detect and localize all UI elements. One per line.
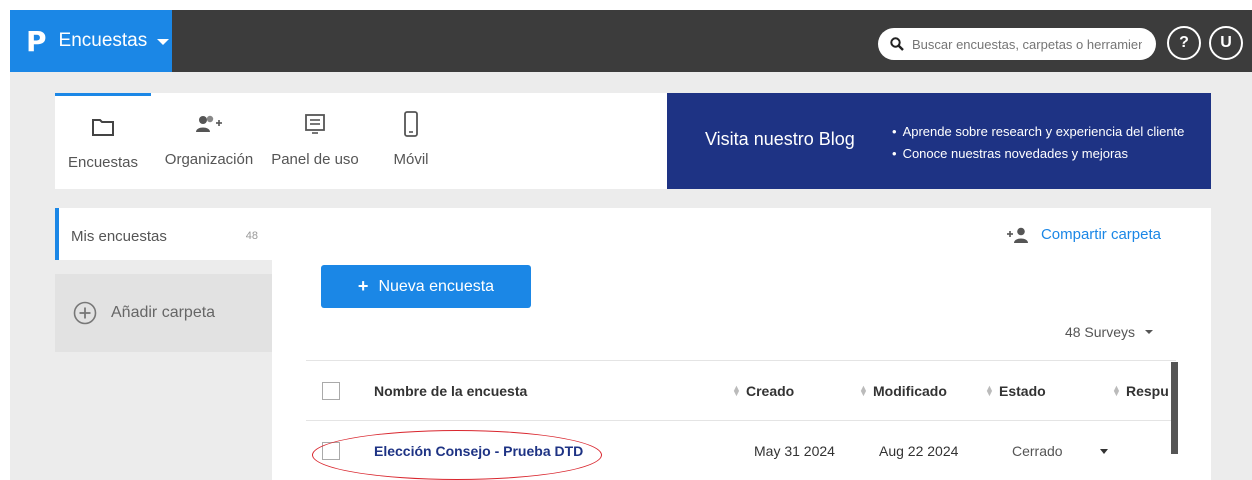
search-icon: [890, 37, 904, 51]
sort-icon: ▲ ▼: [1112, 383, 1121, 398]
column-header-responses[interactable]: ▲ ▼ Respu: [1112, 361, 1169, 421]
chevron-down-icon: [157, 39, 170, 45]
app-switcher-button[interactable]: P Encuestas: [10, 10, 172, 72]
modified-date: Aug 22 2024: [879, 443, 959, 459]
survey-list-panel: Compartir carpeta + Nueva encuesta 48 Su…: [272, 208, 1211, 480]
status-value: Cerrado: [1012, 443, 1063, 459]
status-cell: Cerrado: [1012, 421, 1063, 480]
folder-icon: [92, 114, 114, 140]
help-button[interactable]: ?: [1167, 26, 1201, 60]
tab-label: Encuestas: [67, 154, 139, 171]
column-header-modified[interactable]: ▲ ▼ Modificado: [859, 361, 947, 421]
tab-movil[interactable]: Móvil: [373, 93, 449, 189]
row-checkbox[interactable]: [322, 442, 340, 460]
app-window: P Encuestas ? U Encuestas: [0, 0, 1252, 480]
column-header-label: Nombre de la encuesta: [374, 383, 528, 399]
created-date-cell: May 31 2024: [754, 421, 835, 480]
tab-encuestas[interactable]: Encuestas: [55, 93, 151, 189]
blog-bullet: Aprende sobre research y experiencia del…: [892, 121, 1185, 143]
table-row: Elección Consejo - Prueba DTD May 31 202…: [306, 420, 1176, 480]
user-initial: U: [1220, 34, 1232, 51]
column-header-label: Creado: [746, 383, 795, 399]
status-dropdown-cell: [1100, 421, 1108, 480]
modified-date-cell: Aug 22 2024: [879, 421, 958, 480]
tab-organizacion[interactable]: Organización: [161, 93, 257, 189]
surveys-count-label: 48 Surveys: [1064, 324, 1135, 340]
add-folder-label: Añadir carpeta: [111, 304, 216, 321]
sidebar-item-mis-encuestas[interactable]: Mis encuestas 48: [55, 208, 272, 260]
survey-name-link[interactable]: Elección Consejo - Prueba DTD: [374, 443, 583, 459]
top-bar: P Encuestas ? U: [10, 10, 1252, 72]
app-title: Encuestas: [58, 30, 148, 51]
search-box[interactable]: [878, 28, 1156, 60]
share-user-icon: [1006, 227, 1028, 243]
survey-name-cell: Elección Consejo - Prueba DTD: [374, 421, 583, 480]
column-header-label: Modificado: [873, 383, 947, 399]
add-folder-button[interactable]: Añadir carpeta: [55, 274, 272, 352]
blog-bullets: Aprende sobre research y experiencia del…: [892, 121, 1185, 165]
tab-label: Panel de uso: [271, 151, 359, 168]
search-input[interactable]: [912, 36, 1142, 52]
column-header-status[interactable]: ▲ ▼ Estado: [985, 361, 1046, 421]
sort-icon: ▲ ▼: [859, 383, 868, 398]
dashboard-icon: [305, 111, 325, 137]
column-header-created[interactable]: ▲ ▼ Creado: [732, 361, 794, 421]
chevron-down-icon: [1145, 330, 1153, 334]
window-edge: [0, 0, 10, 480]
help-icon: ?: [1179, 34, 1189, 51]
surveys-table: Nombre de la encuesta ▲ ▼ Creado ▲ ▼ Modif…: [306, 360, 1176, 480]
new-survey-button[interactable]: + Nueva encuesta: [321, 265, 531, 308]
sort-icon: ▲ ▼: [985, 383, 994, 398]
plus-icon: +: [357, 276, 369, 296]
user-avatar-button[interactable]: U: [1209, 26, 1243, 60]
blog-banner[interactable]: Visita nuestro Blog Aprende sobre resear…: [667, 93, 1211, 189]
share-folder-link[interactable]: Compartir carpeta: [1006, 226, 1161, 243]
blog-title: Visita nuestro Blog: [705, 129, 855, 149]
questionpro-logo-icon: P: [26, 24, 47, 58]
tab-panel-de-uso[interactable]: Panel de uso: [267, 93, 363, 189]
column-header-name[interactable]: Nombre de la encuesta: [374, 361, 527, 421]
chevron-down-icon[interactable]: [1100, 448, 1108, 454]
column-header-label: Estado: [999, 383, 1046, 399]
surveys-count-dropdown[interactable]: 48 Surveys: [1065, 324, 1153, 340]
plus-circle-icon: [73, 301, 97, 325]
sidebar-item-label: Mis encuestas: [71, 228, 167, 245]
tab-label: Móvil: [393, 151, 429, 168]
blog-bullet: Conoce nuestras novedades y mejoras: [892, 143, 1184, 165]
select-all-checkbox[interactable]: [322, 382, 340, 400]
sidebar-item-count: 48: [245, 230, 258, 242]
main-nav: Encuestas Organización Panel de uso Móvi…: [55, 93, 667, 189]
folder-sidebar: Mis encuestas 48 Añadir carpeta: [55, 208, 272, 480]
row-select-cell: [322, 421, 340, 480]
share-folder-label: Compartir carpeta: [1040, 226, 1161, 243]
add-user-icon: [196, 111, 222, 137]
created-date: May 31 2024: [754, 443, 835, 459]
column-header-label: Respu: [1126, 383, 1169, 399]
table-header-row: Nombre de la encuesta ▲ ▼ Creado ▲ ▼ Modif…: [306, 360, 1176, 420]
table-scrollbar[interactable]: [1171, 362, 1178, 454]
tab-label: Organización: [164, 151, 254, 168]
sort-icon: ▲ ▼: [732, 383, 741, 398]
mobile-icon: [404, 111, 418, 137]
new-survey-label: Nueva encuesta: [378, 277, 495, 295]
select-all-cell: [322, 361, 340, 421]
